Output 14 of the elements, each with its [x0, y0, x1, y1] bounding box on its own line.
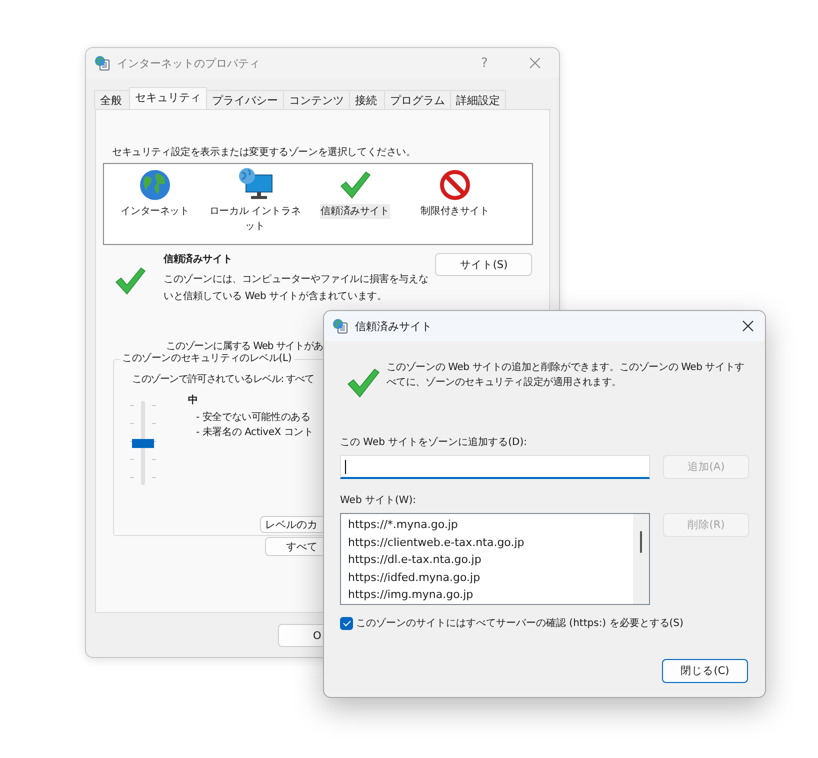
sites-note: このゾーンに属する Web サイトがあ	[166, 340, 323, 353]
websites-label: Web サイト(W):	[340, 494, 418, 508]
group-legend: このゾーンのセキュリティのレベル(L)	[120, 351, 294, 365]
level-name: 中	[188, 394, 198, 408]
dialog-title: 信頼済みサイト	[355, 318, 432, 334]
dialog-description: このゾーンの Web サイトの追加と削除ができます。このゾーンの Web サイトすべてに、ゾーンのセキュリティ設定が適用されます。	[386, 360, 746, 390]
add-site-label: この Web サイトをゾーンに追加する(D):	[340, 436, 528, 450]
level-bullet: - 安全でない可能性のある	[196, 410, 310, 425]
level-bullet: - 未署名の ActiveX コント	[196, 426, 314, 440]
window-title: インターネットのプロパティ	[117, 56, 260, 70]
allowed-level-text: このゾーンで許可されているレベル: すべて	[132, 372, 314, 386]
zone-description: このゾーンには、コンピューターやファイルに損害を与えないと信頼している Web サイトが含まれています。	[164, 272, 430, 304]
instruction-text: セキュリティ設定を表示または変更するゾーンを選択してください。	[112, 146, 416, 159]
zone-title: 信頼済みサイト	[164, 252, 234, 267]
